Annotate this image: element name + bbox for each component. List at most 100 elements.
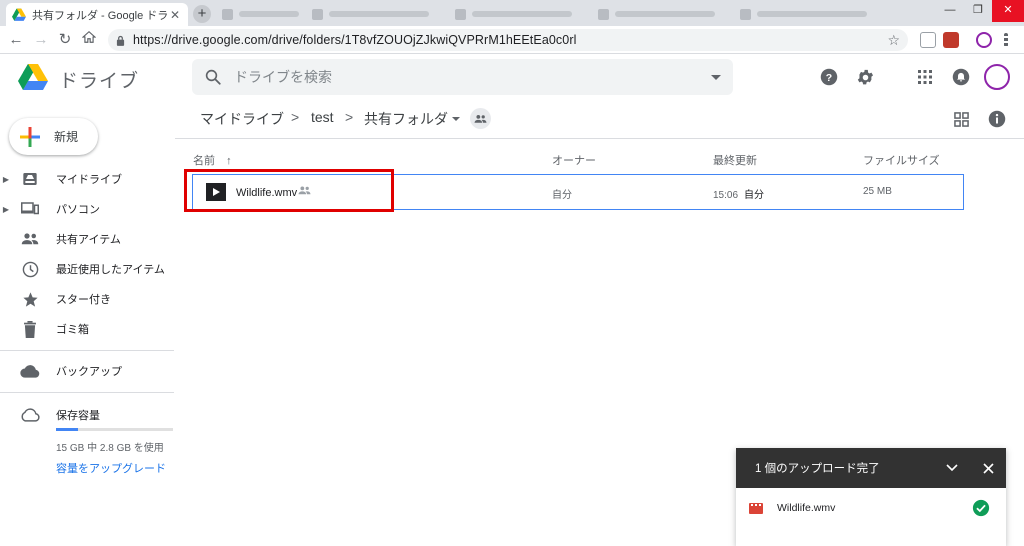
new-tab-icon[interactable]: + (193, 5, 211, 23)
extension-page-icon[interactable] (920, 32, 936, 48)
settings-gear-icon[interactable] (853, 65, 877, 89)
sidebar-item-backups[interactable]: バックアップ (0, 356, 175, 386)
sidebar-item-computers[interactable]: ▶ パソコン (0, 194, 175, 224)
people-icon (20, 229, 40, 249)
drive-logo-text[interactable]: ドライブ (59, 66, 139, 93)
search-bar[interactable] (192, 59, 733, 95)
sidebar-item-recent[interactable]: 最近使用したアイテム (0, 254, 175, 284)
trash-icon (20, 319, 40, 339)
sidebar-item-trash[interactable]: ゴミ箱 (0, 314, 175, 344)
breadcrumb-separator: > (345, 109, 354, 125)
extension-pdf-icon[interactable] (943, 32, 959, 48)
file-modified: 15:06 自分 (713, 186, 764, 201)
toolbar-divider (175, 138, 1024, 139)
upgrade-storage-link[interactable]: 容量をアップグレード (56, 460, 166, 476)
file-size: 25 MB (863, 186, 892, 197)
breadcrumb-current-folder[interactable]: 共有フォルダ (364, 109, 448, 129)
column-header-modified[interactable]: 最終更新 (713, 152, 757, 168)
upload-file-name: Wildlife.wmv (777, 502, 836, 514)
star-icon (20, 289, 40, 309)
upload-status-panel: 1 個のアップロード完了 Wildlife.wmv (736, 448, 1006, 546)
file-modified-time: 15:06 (713, 190, 739, 201)
sidebar-item-label: 共有アイテム (56, 234, 121, 246)
breadcrumb-test[interactable]: test (311, 109, 334, 125)
new-button-label: 新規 (54, 130, 79, 144)
new-button[interactable]: 新規 (9, 118, 98, 155)
grid-view-icon[interactable] (949, 107, 973, 131)
breadcrumb-separator: > (291, 109, 300, 125)
sidebar-item-my-drive[interactable]: ▶ マイドライブ (0, 164, 175, 194)
minimize-window-icon[interactable]: — (936, 0, 964, 22)
upload-complete-check-icon (972, 499, 990, 517)
expand-caret-icon[interactable]: ▶ (0, 175, 12, 184)
search-icon[interactable] (204, 68, 222, 86)
lock-icon (116, 35, 125, 46)
url-text: https://drive.google.com/drive/folders/1… (133, 33, 577, 47)
restore-window-icon[interactable]: ❐ (964, 0, 992, 22)
sort-arrow-up-icon[interactable]: ↑ (226, 155, 232, 167)
close-window-icon[interactable]: ✕ (992, 0, 1024, 22)
back-arrow-icon[interactable]: ← (6, 30, 26, 50)
svg-text:?: ? (826, 72, 832, 84)
sidebar-item-storage[interactable]: 保存容量 (0, 400, 175, 430)
column-header-owner[interactable]: オーナー (552, 152, 596, 168)
video-clapper-icon (749, 502, 763, 514)
browser-menu-icon[interactable] (1004, 33, 1008, 47)
background-tab[interactable] (455, 6, 572, 22)
sidebar-divider (0, 350, 174, 351)
account-avatar-icon[interactable] (984, 64, 1010, 90)
expand-caret-icon[interactable]: ▶ (0, 205, 12, 214)
storage-usage-fill (56, 428, 78, 431)
storage-usage-text: 15 GB 中 2.8 GB を使用 (56, 443, 164, 454)
forward-arrow-icon[interactable]: → (31, 30, 51, 50)
red-highlight-box (184, 169, 394, 212)
close-icon[interactable] (970, 462, 1006, 474)
clock-icon (20, 259, 40, 279)
file-owner: 自分 (552, 190, 572, 201)
background-tab[interactable] (598, 6, 715, 22)
notifications-bell-icon[interactable] (949, 65, 973, 89)
plus-icon (20, 126, 40, 147)
drive-favicon-icon (12, 8, 26, 21)
bookmark-star-icon[interactable]: ☆ (887, 32, 900, 49)
tab-close-icon[interactable]: ✕ (168, 8, 182, 22)
sidebar-item-starred[interactable]: スター付き (0, 284, 175, 314)
upload-panel-title: 1 個のアップロード完了 (755, 463, 880, 475)
folder-dropdown-icon[interactable] (452, 117, 460, 121)
my-drive-icon (20, 169, 40, 189)
column-header-size[interactable]: ファイルサイズ (863, 152, 940, 168)
address-bar[interactable]: https://drive.google.com/drive/folders/1… (108, 29, 908, 51)
sidebar-item-label: 最近使用したアイテム (56, 264, 165, 276)
file-modified-by: 自分 (744, 190, 765, 201)
reload-icon[interactable]: ↻ (55, 30, 75, 50)
breadcrumb-my-drive[interactable]: マイドライブ (200, 109, 284, 129)
sidebar-item-label: バックアップ (56, 366, 122, 378)
home-icon[interactable] (79, 30, 99, 50)
upload-panel-header: 1 個のアップロード完了 (736, 448, 1006, 488)
browser-tab-active[interactable]: 共有フォルダ - Google ドライブ ✕ (6, 3, 188, 26)
collapse-chevron-icon[interactable] (934, 464, 970, 472)
sidebar-item-label: スター付き (56, 294, 111, 306)
info-icon[interactable] (985, 107, 1009, 131)
background-tab[interactable] (222, 6, 299, 22)
apps-grid-icon[interactable] (913, 65, 937, 89)
browser-tabstrip: 共有フォルダ - Google ドライブ ✕ + — ❐ ✕ (0, 0, 1024, 26)
background-tab[interactable] (740, 6, 867, 22)
profile-avatar-icon[interactable] (976, 32, 992, 48)
sidebar-item-shared-with-me[interactable]: 共有アイテム (0, 224, 175, 254)
browser-toolbar: ← → ↻ https://drive.google.com/drive/fol… (0, 26, 1024, 54)
help-icon[interactable]: ? (817, 65, 841, 89)
cloud-outline-icon (20, 405, 40, 425)
sidebar-item-label: マイドライブ (56, 174, 122, 186)
computer-icon (20, 199, 40, 219)
search-options-dropdown-icon[interactable] (711, 74, 721, 80)
background-tab[interactable] (312, 6, 429, 22)
sidebar-item-label: パソコン (56, 204, 100, 216)
upload-item[interactable]: Wildlife.wmv (736, 488, 1006, 528)
drive-logo-icon[interactable] (18, 64, 48, 90)
shared-folder-people-icon[interactable] (470, 108, 491, 129)
cloud-filled-icon (20, 361, 40, 381)
search-input[interactable] (234, 69, 711, 85)
column-name-label: 名前 (193, 155, 215, 167)
column-header-name[interactable]: 名前 ↑ (193, 152, 232, 168)
